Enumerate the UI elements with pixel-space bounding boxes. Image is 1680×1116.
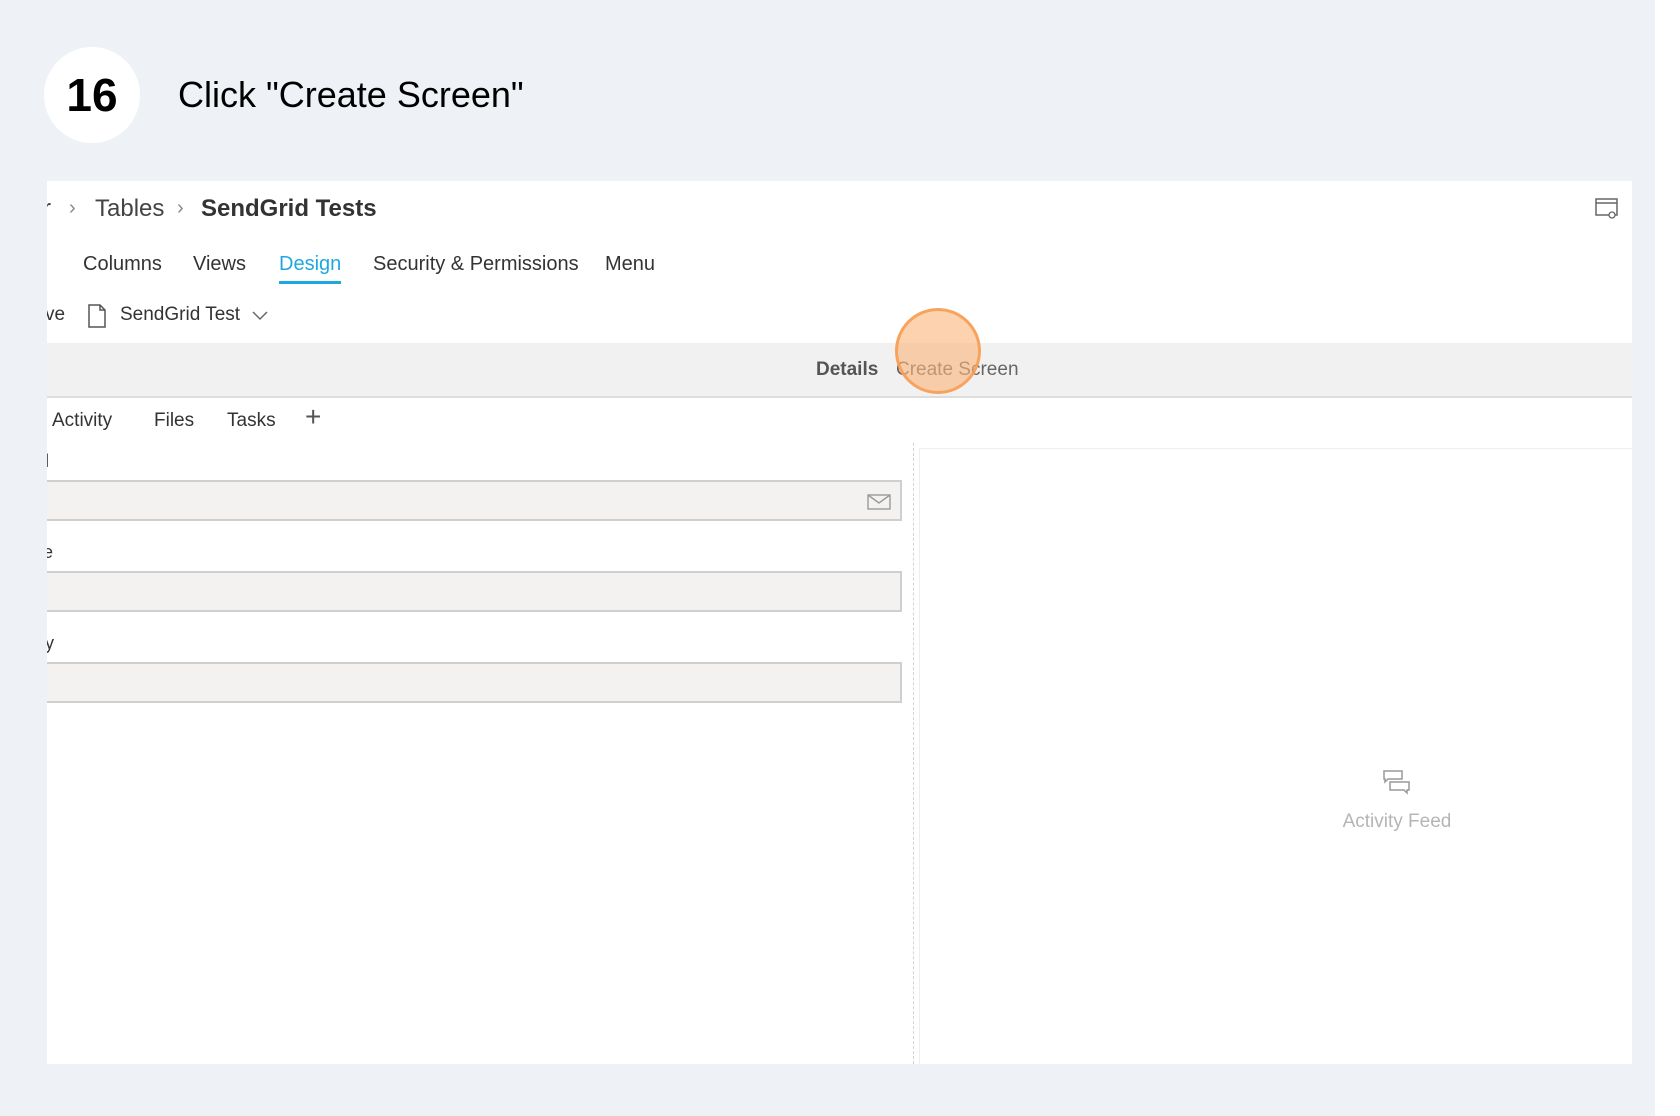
page-edge [1655,0,1680,1116]
subtab-tasks[interactable]: Tasks [227,410,276,432]
step-number-badge: 16 [44,47,140,143]
tab-columns[interactable]: Columns [83,253,162,276]
breadcrumb-current: SendGrid Tests [201,195,377,222]
chevron-right-icon: › [177,197,184,219]
toolbar-partial-button[interactable]: ve [47,304,65,326]
tab-security-permissions[interactable]: Security & Permissions [373,253,579,276]
chevron-right-icon: › [69,197,76,219]
activity-feed-label: Activity Feed [1342,811,1452,832]
field-label: e [47,542,54,562]
subtab-files[interactable]: Files [154,410,194,432]
active-tab-indicator [279,281,341,284]
text-field[interactable] [47,571,902,612]
app-screenshot: r › Tables › SendGrid Tests : Columns Vi… [47,181,1632,1064]
tab-partial[interactable]: : [47,253,49,276]
activity-feed-panel [919,448,1632,1064]
document-icon [88,304,106,328]
chat-window-icon[interactable] [1595,198,1619,220]
chat-bubbles-icon [1383,770,1410,795]
email-field[interactable] [47,480,902,521]
step-instruction: Click "Create Screen" [178,74,524,115]
text-field[interactable] [47,662,902,703]
column-divider [913,443,914,1064]
screen-selector[interactable]: SendGrid Test [120,304,240,326]
click-indicator [895,308,981,394]
tab-design[interactable]: Design [279,253,341,276]
add-tab-plus-icon[interactable]: + [305,401,321,433]
details-tab[interactable]: Details [816,359,878,381]
breadcrumb-partial[interactable]: r [47,195,51,223]
subtab-activity[interactable]: Activity [52,410,112,432]
breadcrumb-tables[interactable]: Tables [95,195,164,223]
tab-menu[interactable]: Menu [605,253,655,276]
field-label: l [47,451,49,472]
tab-views[interactable]: Views [193,253,246,276]
field-label: y [47,633,54,653]
chevron-down-icon[interactable] [252,311,268,321]
mail-icon [867,494,891,510]
